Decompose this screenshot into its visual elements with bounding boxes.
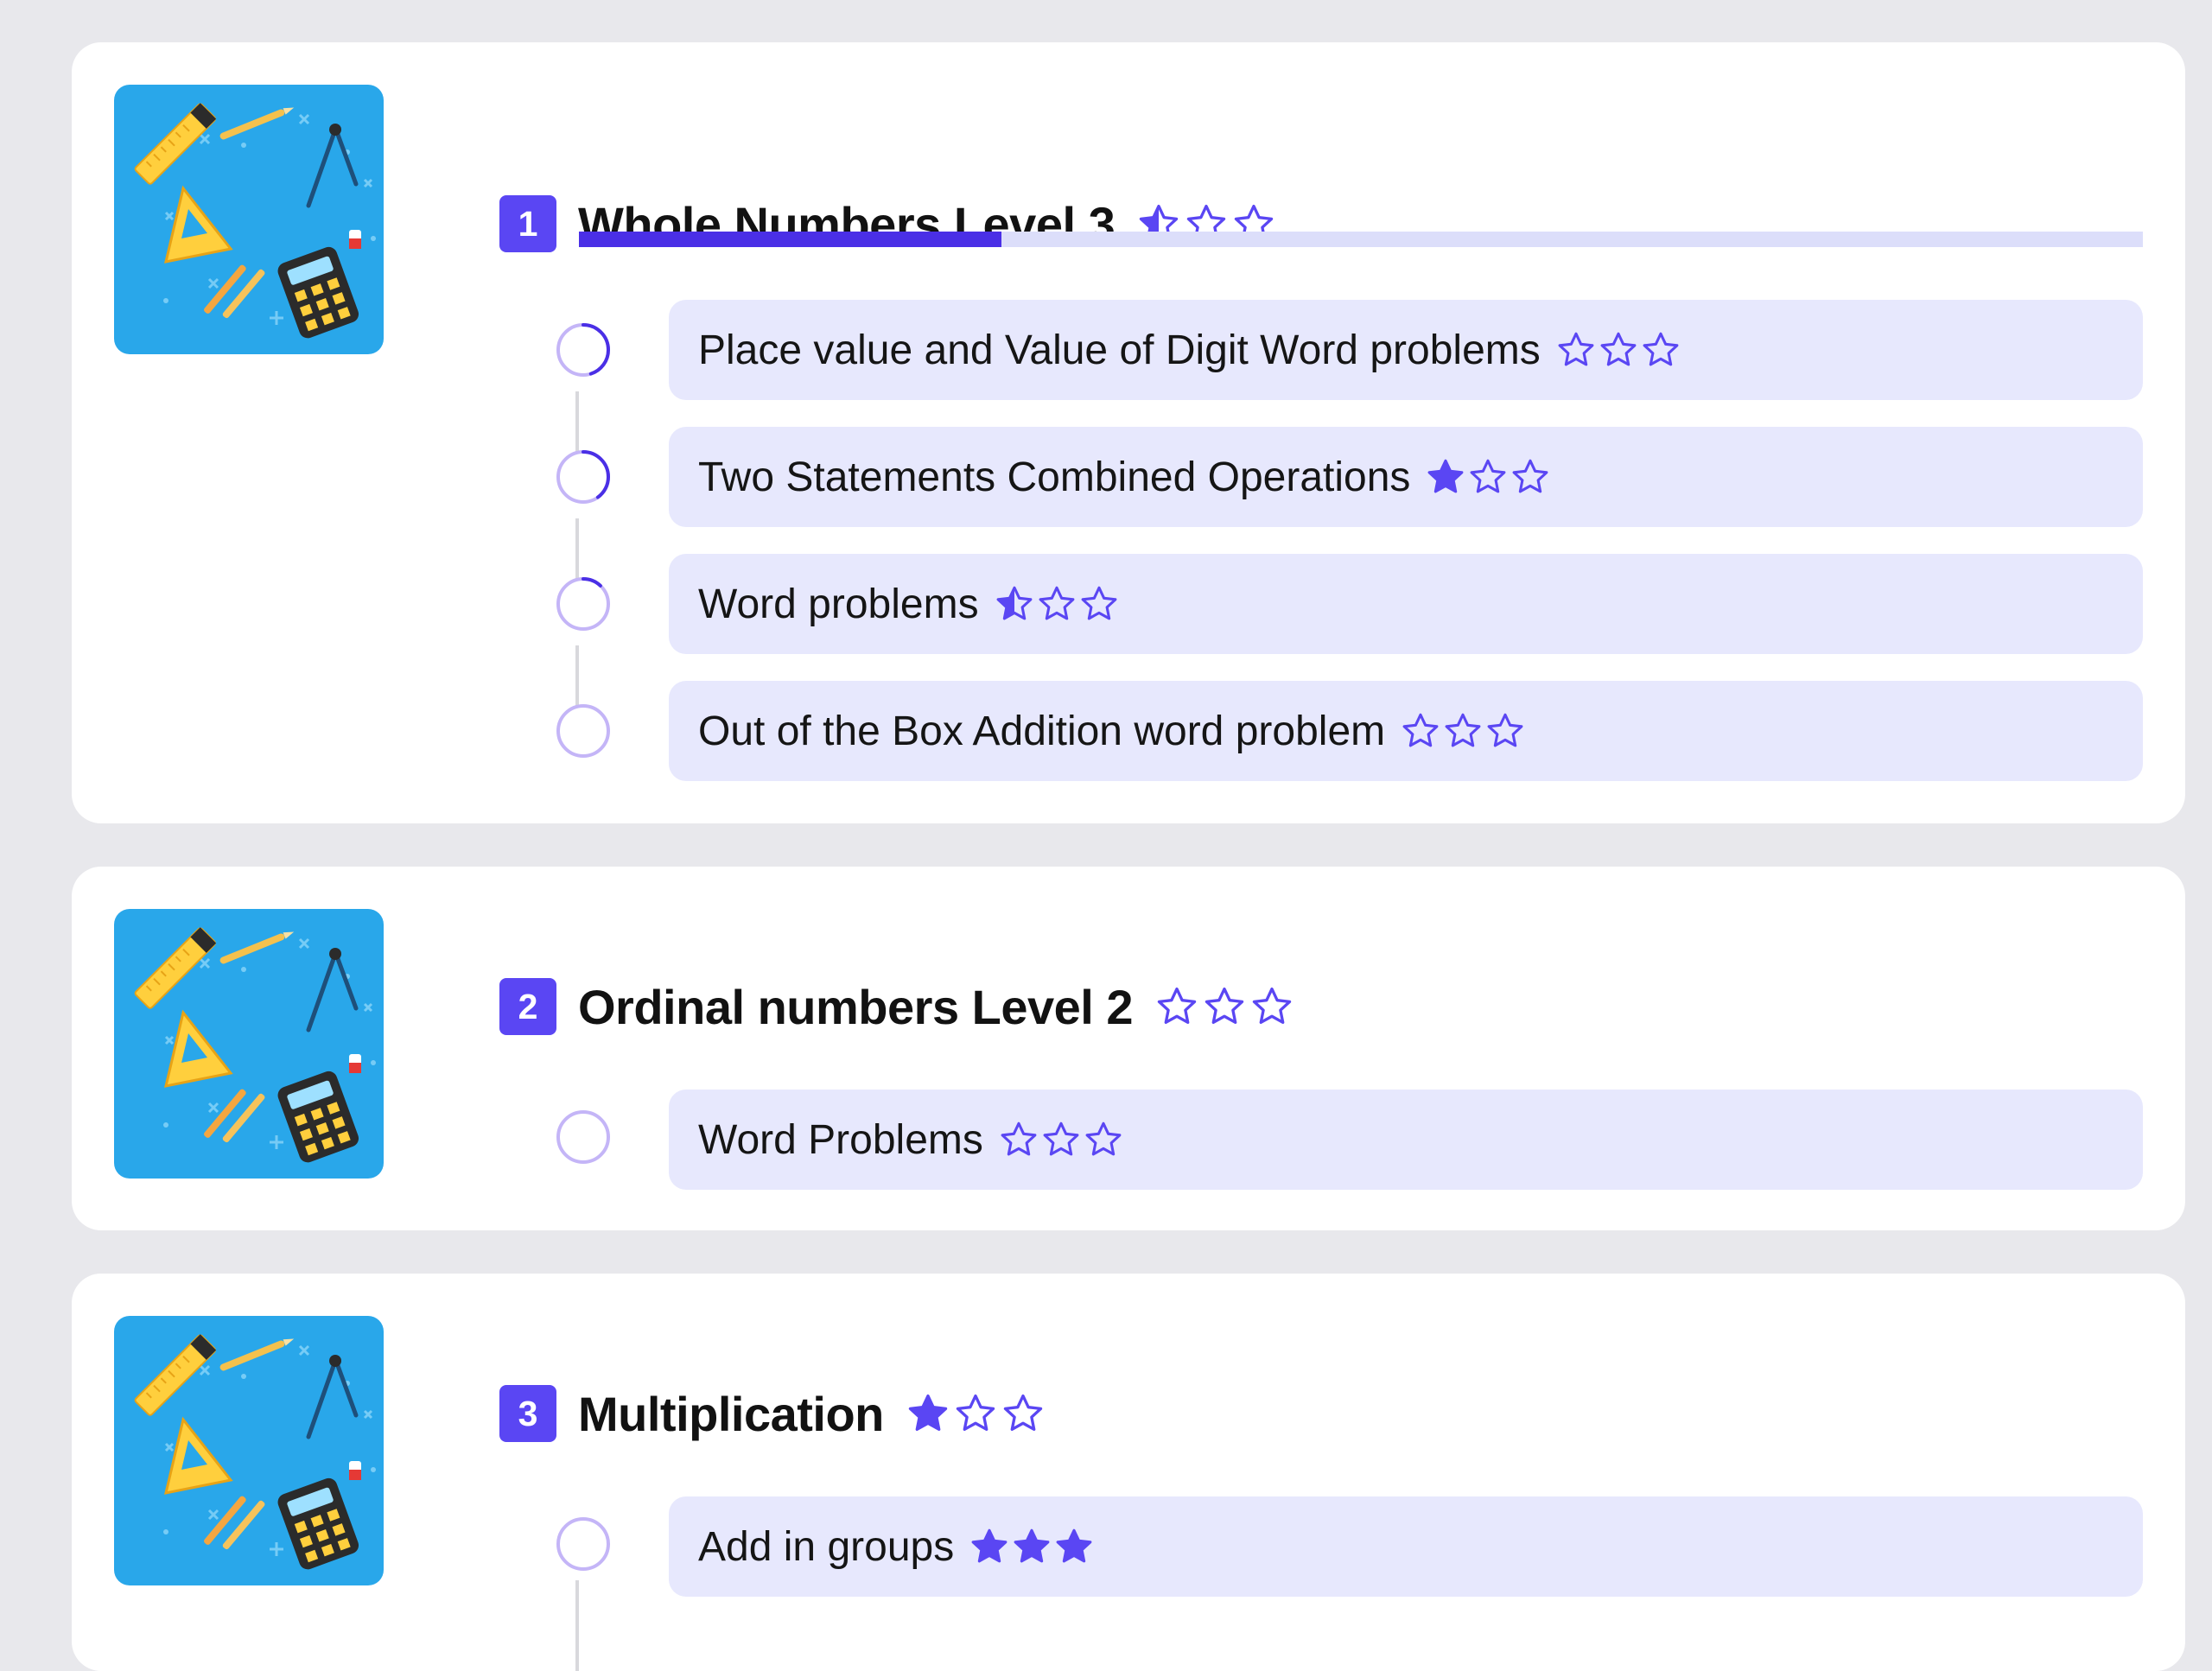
lesson-item[interactable]: Out of the Box Addition word problem (669, 681, 2143, 781)
unit-number-badge: 3 (499, 1385, 556, 1442)
lesson-label: Out of the Box Addition word problem (698, 708, 1386, 754)
unit-progress-fill (579, 232, 1001, 247)
star-icon (908, 1394, 948, 1431)
star-icon (1081, 586, 1116, 620)
lesson-progress-ring (555, 448, 612, 505)
lesson-label: Place value and Value of Digit Word prob… (698, 327, 1541, 373)
lesson-label: Two Statements Combined Operations (698, 454, 1411, 500)
unit-card: 1 Whole Numbers Level 3 Place value and … (72, 42, 2185, 823)
progress-ring-icon (556, 704, 610, 758)
math-tools-icon (114, 1316, 384, 1585)
star-icon (1043, 1121, 1079, 1156)
star-icon (1001, 1121, 1037, 1156)
lesson-label: Word Problems (698, 1116, 983, 1163)
lesson-item[interactable]: Add in groups (669, 1496, 2143, 1597)
lesson-rating-stars (1401, 711, 1525, 751)
star-icon (971, 1528, 1007, 1563)
star-icon (1428, 459, 1464, 493)
star-icon (996, 586, 1032, 620)
lesson-rating-stars (995, 584, 1119, 624)
star-icon (1487, 713, 1523, 747)
unit-number-badge: 2 (499, 978, 556, 1035)
star-icon (1600, 332, 1637, 366)
star-icon (1056, 1528, 1092, 1563)
lesson-item[interactable]: Word problems (669, 554, 2143, 654)
progress-ring-icon (556, 1517, 610, 1571)
star-icon (1513, 459, 1548, 493)
star-icon (1039, 586, 1074, 620)
lesson-rating-stars (999, 1120, 1123, 1160)
star-icon (1003, 1394, 1043, 1431)
star-icon (1157, 987, 1197, 1024)
star-icon (1205, 987, 1244, 1024)
lesson-rating-stars (1556, 330, 1681, 370)
lesson-item[interactable]: Two Statements Combined Operations (669, 427, 2143, 527)
star-icon (1085, 1121, 1122, 1156)
unit-card: 2 Ordinal numbers Level 2 Word Problems (72, 867, 2185, 1230)
unit-thumbnail[interactable] (114, 1316, 384, 1585)
unit-number-badge: 1 (499, 195, 556, 252)
lesson-rating-stars (969, 1527, 1094, 1566)
star-icon (1252, 987, 1292, 1024)
progress-ring-icon (556, 577, 610, 631)
star-icon (956, 1394, 995, 1431)
lesson-label: Add in groups (698, 1523, 955, 1570)
unit-title[interactable]: Multiplication (578, 1386, 884, 1442)
unit-rating-stars (1155, 985, 1294, 1028)
math-tools-icon (114, 909, 384, 1179)
unit-header[interactable]: 3 Multiplication (499, 1383, 1045, 1444)
unit-rating-stars (906, 1392, 1045, 1435)
lesson-progress-ring (555, 321, 612, 378)
lesson-item[interactable]: Place value and Value of Digit Word prob… (669, 300, 2143, 400)
unit-thumbnail[interactable] (114, 909, 384, 1179)
unit-thumbnail[interactable] (114, 85, 384, 354)
lesson-progress-ring (555, 1515, 612, 1573)
star-icon (1402, 713, 1439, 747)
star-icon (1643, 332, 1679, 366)
unit-progress-bar (579, 232, 2143, 247)
timeline-connector (575, 1580, 579, 1671)
lesson-rating-stars (1426, 457, 1550, 497)
lesson-progress-ring (555, 575, 612, 632)
progress-ring-icon (556, 1110, 610, 1164)
lesson-progress-ring (555, 1109, 612, 1166)
star-icon (1471, 459, 1506, 493)
lesson-item[interactable]: Word Problems (669, 1090, 2143, 1190)
star-icon (1445, 713, 1481, 747)
math-tools-icon (114, 85, 384, 354)
lesson-progress-ring (555, 702, 612, 759)
progress-ring-icon (556, 450, 610, 504)
lesson-label: Word problems (698, 581, 979, 627)
unit-title[interactable]: Ordinal numbers Level 2 (578, 979, 1134, 1035)
star-icon (1014, 1528, 1050, 1563)
unit-card: 3 Multiplication Add in groups (72, 1274, 2185, 1671)
unit-header[interactable]: 2 Ordinal numbers Level 2 (499, 976, 1294, 1037)
progress-ring-icon (556, 323, 610, 377)
star-icon (1558, 332, 1594, 366)
